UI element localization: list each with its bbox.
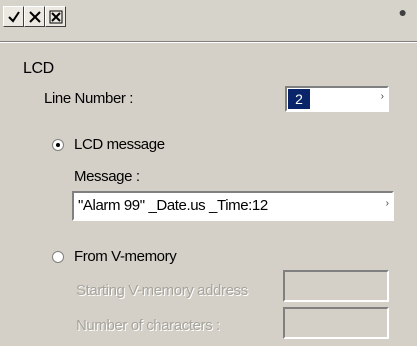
starting-address-label: Starting V-memory address	[76, 282, 248, 299]
section-title: LCD	[23, 60, 54, 77]
line-number-select[interactable]: 2 ›	[285, 86, 389, 112]
check-icon	[8, 11, 20, 23]
lcd-message-label[interactable]: LCD message	[74, 136, 165, 153]
cancel-button[interactable]	[24, 6, 45, 27]
toolbar-divider	[0, 41, 417, 43]
check-button[interactable]	[3, 6, 24, 27]
num-characters-label: Number of characters :	[76, 317, 220, 334]
message-dropdown-icon[interactable]: ›	[386, 198, 389, 209]
delete-button[interactable]	[45, 6, 66, 27]
line-number-value: 2	[288, 89, 310, 109]
toolbar: ●	[0, 0, 417, 40]
lcd-message-radio[interactable]	[52, 139, 64, 151]
line-number-label: Line Number :	[44, 90, 134, 107]
starting-address-input[interactable]	[283, 270, 389, 302]
message-value: "Alarm 99" _Date.us _Time:12	[78, 197, 268, 214]
close-box-icon	[49, 10, 63, 24]
chevron-down-icon[interactable]: ›	[381, 91, 384, 102]
message-label: Message :	[74, 168, 140, 185]
from-v-memory-label[interactable]: From V-memory	[74, 248, 177, 265]
num-characters-input[interactable]	[283, 307, 389, 339]
close-icon[interactable]: ●	[399, 4, 407, 20]
from-v-memory-radio[interactable]	[52, 251, 64, 263]
message-input[interactable]: "Alarm 99" _Date.us _Time:12 ›	[72, 191, 394, 221]
x-icon	[29, 11, 41, 23]
